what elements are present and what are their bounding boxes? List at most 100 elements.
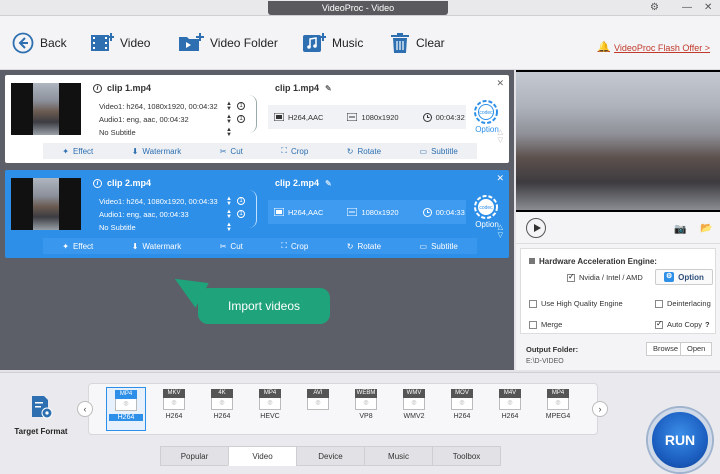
watermark-icon: ⬇ [131, 241, 139, 251]
subtitle-switch-icon[interactable]: ▲ ▼ [226, 222, 232, 233]
close-window-icon[interactable]: ✕ [704, 1, 712, 15]
video-track-switch-icon[interactable]: ▲ ▼ [226, 101, 232, 112]
format-item[interactable]: MP4 ◎ H264 [106, 387, 146, 431]
clip-thumbnail [11, 83, 81, 135]
format-next-arrow[interactable]: › [592, 401, 608, 417]
audio-track-switch-icon[interactable]: ▲ ▼ [226, 114, 232, 125]
run-button[interactable]: RUN [648, 408, 712, 472]
track-brace [249, 190, 257, 228]
main-toolbar: Back Video Video Folder Music Clear 🔔 Vi… [0, 16, 720, 70]
film-icon [274, 208, 284, 216]
play-button[interactable] [526, 218, 546, 238]
snapshot-camera-icon[interactable]: 📷 [674, 224, 686, 235]
hw-option-button[interactable]: ⚙ Option [655, 269, 713, 285]
back-label: Back [40, 36, 67, 50]
video-track-switch-icon[interactable]: ▲ ▼ [226, 196, 232, 207]
add-video-folder-button[interactable]: Video Folder [178, 30, 278, 56]
info-icon[interactable]: i [93, 178, 102, 188]
back-button[interactable]: Back [12, 30, 67, 56]
remove-clip-icon[interactable]: ✕ [496, 78, 504, 89]
clip-name-text: clip 1.mp4 [107, 83, 152, 93]
audio-track-switch-icon[interactable]: ▲ ▼ [226, 209, 232, 220]
info-icon[interactable]: i [93, 83, 102, 93]
audio-track-count: 1 [237, 210, 245, 218]
rename-pencil-icon[interactable]: ✎ [325, 84, 332, 93]
format-file-icon: ◎ [211, 398, 233, 410]
edit-crop-button[interactable]: ⛶ Crop [281, 146, 308, 156]
minimize-icon[interactable]: — [682, 1, 692, 15]
edit-subtitle-button[interactable]: ▭ Subtitle [420, 147, 458, 156]
format-item[interactable]: AVI ◎ [298, 387, 338, 431]
codec-gear-icon[interactable]: codec [473, 99, 499, 125]
reorder-arrows-icon[interactable]: △ ▽ [498, 224, 503, 240]
edit-cut-button[interactable]: ✂ Cut [220, 147, 243, 156]
edit-cut-button[interactable]: ✂ Cut [220, 242, 243, 251]
tab-music[interactable]: Music [364, 446, 433, 466]
tab-device[interactable]: Device [296, 446, 365, 466]
deinterlacing-checkbox[interactable] [655, 299, 663, 308]
format-item[interactable]: MOV ◎ H264 [442, 387, 482, 431]
format-container-label: MOV [451, 389, 473, 398]
settings-gear-icon[interactable]: ⚙ [650, 1, 659, 15]
auto-copy-help-icon[interactable]: ? [705, 320, 710, 329]
clip-card[interactable]: i clip 2.mp4 Video1: h264, 1080x1920, 00:… [5, 170, 509, 258]
clip-card[interactable]: i clip 1.mp4 Video1: h264, 1080x1920, 00:… [5, 75, 509, 163]
target-format-button[interactable]: Target Format [10, 395, 72, 436]
auto-copy-checkbox[interactable] [655, 319, 663, 329]
high-quality-row[interactable]: Use High Quality Engine [529, 299, 623, 308]
high-quality-checkbox[interactable] [529, 299, 537, 308]
format-codec-label: H264 [453, 413, 471, 420]
format-item[interactable]: MKV ◎ H264 [154, 387, 194, 431]
subtitle-icon: ▭ [419, 241, 428, 251]
edit-action-label: Cut [230, 241, 243, 251]
merge-row[interactable]: Merge [529, 320, 562, 329]
nvidia-checkbox-row[interactable]: Nvidia / Intel / AMD [567, 272, 643, 282]
output-duration-text: 00:04:33 [435, 207, 465, 217]
rename-pencil-icon[interactable]: ✎ [325, 179, 332, 188]
tab-toolbox[interactable]: Toolbox [432, 446, 501, 466]
edit-subtitle-button[interactable]: ▭ Subtitle [420, 242, 458, 251]
output-name-text: clip 2.mp4 [275, 178, 320, 188]
preview-controls: 📷 📂 [516, 212, 720, 244]
clip-list-panel: i clip 1.mp4 Video1: h264, 1080x1920, 00:… [0, 70, 514, 370]
format-item[interactable]: WEBM ◎ VP8 [346, 387, 386, 431]
flash-offer-link[interactable]: 🔔 VideoProc Flash Offer > [598, 42, 710, 53]
format-item[interactable]: MP4 ◎ MPEG4 [538, 387, 578, 431]
open-button[interactable]: Open [680, 342, 713, 356]
merge-checkbox[interactable] [529, 320, 537, 329]
output-folder-path: E:\D-VIDEO [526, 358, 564, 365]
edit-effect-button[interactable]: ✦ Effect [62, 242, 93, 251]
edit-effect-button[interactable]: ✦ Effect [62, 147, 93, 156]
format-item[interactable]: MP4 ◎ HEVC [250, 387, 290, 431]
auto-copy-label: Auto Copy [667, 320, 703, 329]
edit-rotate-button[interactable]: ↻ Rotate [347, 147, 381, 156]
clear-button[interactable]: Clear [390, 30, 445, 56]
format-item[interactable]: WMV ◎ WMV2 [394, 387, 434, 431]
music-add-icon [303, 33, 326, 52]
edit-watermark-button[interactable]: ⬇ Watermark [132, 147, 182, 156]
cut-icon: ✂ [219, 146, 227, 156]
edit-rotate-button[interactable]: ↻ Rotate [347, 242, 381, 251]
codec-gear-icon[interactable]: codec [473, 194, 499, 220]
format-item[interactable]: 4K ◎ H264 [202, 387, 242, 431]
format-item[interactable]: M4V ◎ H264 [490, 387, 530, 431]
output-duration: 00:04:32 [422, 112, 465, 122]
auto-copy-row[interactable]: Auto Copy? [655, 319, 710, 329]
nvidia-checkbox[interactable] [567, 272, 575, 282]
subtitle-switch-icon[interactable]: ▲ ▼ [226, 127, 232, 138]
format-file-icon: ◎ [451, 398, 473, 410]
add-video-button[interactable]: Video [90, 30, 150, 56]
folder-add-icon [179, 33, 204, 51]
open-snapshot-folder-icon[interactable]: 📂 [700, 223, 712, 234]
tab-popular[interactable]: Popular [160, 446, 229, 466]
remove-clip-icon[interactable]: ✕ [496, 173, 504, 184]
resolution-icon [347, 208, 358, 216]
edit-action-label: Effect [72, 146, 94, 156]
format-prev-arrow[interactable]: ‹ [77, 401, 93, 417]
tab-video[interactable]: Video [228, 446, 297, 466]
edit-crop-button[interactable]: ⛶ Crop [281, 241, 308, 251]
reorder-arrows-icon[interactable]: △ ▽ [498, 129, 503, 145]
deinterlacing-row[interactable]: Deinterlacing [655, 299, 711, 308]
edit-watermark-button[interactable]: ⬇ Watermark [132, 242, 182, 251]
add-music-button[interactable]: Music [302, 30, 363, 56]
